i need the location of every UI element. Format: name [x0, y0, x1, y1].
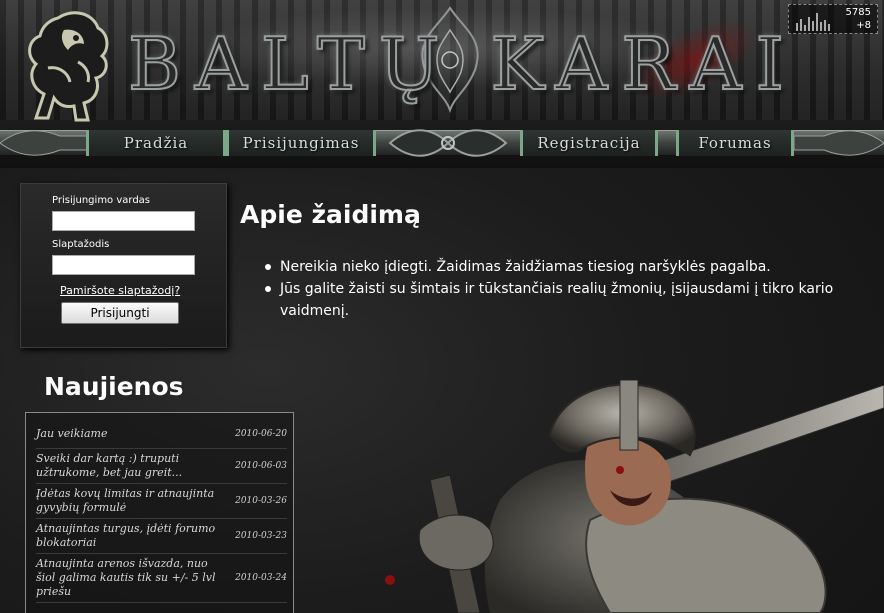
list-item[interactable]: Atnaujintas turgus, įdėti forumo blokato…: [36, 519, 287, 554]
knight-illustration: [385, 380, 884, 613]
news-headline[interactable]: Atnaujinta arenos išvazda, nuo šiol gali…: [36, 557, 226, 599]
password-label: Slaptažodis: [52, 239, 110, 250]
about-list: Nereikia nieko įdiegti. Žaidimas žaidžia…: [262, 256, 862, 322]
nav-left-ornament: [0, 130, 90, 156]
nav-login[interactable]: Prisijungimas: [226, 130, 376, 156]
about-title: Apie žaidimą: [240, 200, 421, 229]
password-input[interactable]: [52, 255, 195, 275]
forgot-password-link[interactable]: Pamiršote slaptažodį?: [60, 284, 180, 297]
site-header: BALTŲ KARAI Pradžia Prisijungimas Regist…: [0, 0, 884, 168]
news-date: 2010-06-20: [235, 428, 287, 439]
visitor-stats-icon: [796, 13, 830, 31]
list-item[interactable]: Sveiki dar kartą :) truputi užtrukome, b…: [36, 449, 287, 484]
site-title: BALTŲ KARAI: [127, 22, 798, 106]
username-input[interactable]: [52, 211, 195, 231]
nav-home[interactable]: Pradžia: [86, 130, 226, 156]
counter-today: +8: [856, 20, 871, 31]
nav-register[interactable]: Registracija: [520, 130, 658, 156]
nav-center-ornament: [388, 129, 508, 157]
list-item: Jūs galite žaisti su šimtais ir tūkstanč…: [262, 278, 862, 322]
login-button[interactable]: Prisijungti: [61, 302, 179, 324]
list-item[interactable]: Įdėtas kovų limitas ir atnaujinta gyvybi…: [36, 484, 287, 519]
visitor-counter[interactable]: 5785 +8: [788, 4, 878, 34]
page: BALTŲ KARAI Pradžia Prisijungimas Regist…: [0, 0, 884, 613]
news-date: 2010-06-03: [235, 461, 287, 471]
username-label: Prisijungimo vardas: [52, 195, 151, 206]
news-date: 2010-03-26: [235, 496, 287, 506]
list-item: Nereikia nieko įdiegti. Žaidimas žaidžia…: [262, 256, 862, 278]
main-nav: Pradžia Prisijungimas Registracija Forum…: [0, 122, 884, 162]
list-item[interactable]: Atnaujinta arenos išvazda, nuo šiol gali…: [36, 554, 287, 603]
lion-rampant-icon[interactable]: [18, 8, 118, 128]
news-list: Jau veikiame 2010-06-20 Sveiki dar kartą…: [25, 412, 294, 613]
login-form: Prisijungimo vardas Slaptažodis Pamiršot…: [20, 183, 227, 348]
nav-right-ornament: [794, 130, 884, 156]
nav-forums[interactable]: Forumas: [676, 130, 794, 156]
news-headline[interactable]: Įdėtas kovų limitas ir atnaujinta gyvybi…: [36, 487, 226, 515]
news-headline[interactable]: Sveiki dar kartą :) truputi užtrukome, b…: [36, 452, 226, 480]
news-date: 2010-03-24: [235, 573, 287, 583]
news-headline[interactable]: Atnaujintas turgus, įdėti forumo blokato…: [36, 522, 226, 550]
news-date: 2010-03-23: [235, 531, 287, 541]
news-headline[interactable]: Jau veikiame: [36, 427, 226, 441]
list-item[interactable]: Jau veikiame 2010-06-20: [36, 419, 287, 449]
counter-total: 5785: [845, 7, 871, 18]
news-title: Naujienos: [44, 372, 184, 401]
